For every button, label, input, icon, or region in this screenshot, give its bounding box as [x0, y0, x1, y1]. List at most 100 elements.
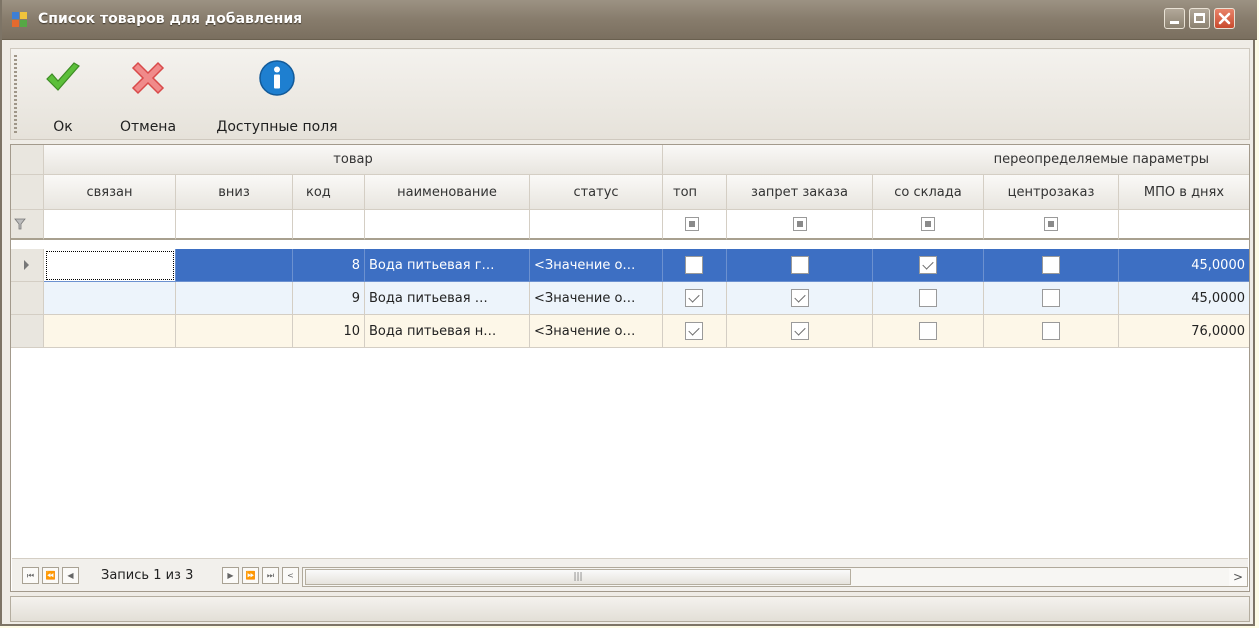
cell-code[interactable]: 9 — [293, 282, 365, 315]
row-indicator[interactable] — [11, 249, 44, 282]
checkbox-top[interactable] — [685, 322, 703, 340]
column-header-from-stock[interactable]: со склада — [873, 175, 984, 210]
cell-status[interactable]: <Значение о… — [530, 249, 663, 282]
column-header-mpo-days[interactable]: МПО в днях — [1119, 175, 1249, 210]
cell-from-stock[interactable] — [873, 249, 984, 282]
ok-label: Ок — [53, 119, 73, 135]
dialog-window: Список товаров для добавления Ок Отмена — [0, 0, 1257, 626]
filter-cell-name[interactable] — [365, 210, 530, 240]
row-indicator[interactable] — [11, 282, 44, 315]
available-fields-button[interactable]: Доступные поля — [197, 53, 357, 137]
cell-name[interactable]: Вода питьевая г… — [365, 249, 530, 282]
checkbox-order-ban[interactable] — [790, 322, 809, 340]
checkbox-order-ban[interactable] — [790, 289, 809, 307]
cell-mpo-days[interactable]: 45,0000 — [1119, 282, 1249, 315]
fast-forward-icon: ⏩ — [245, 571, 256, 580]
horizontal-scrollbar[interactable]: ||| > — [302, 567, 1248, 587]
cell-mpo-days[interactable]: 45,0000 — [1119, 249, 1249, 282]
maximize-button[interactable] — [1189, 8, 1210, 29]
column-header-name[interactable]: наименование — [365, 175, 530, 210]
last-record-button[interactable]: ⏭ — [262, 567, 279, 584]
next-page-button[interactable]: ⏩ — [242, 567, 259, 584]
checkbox-central-order[interactable] — [1042, 322, 1060, 340]
cell-top[interactable] — [663, 282, 727, 315]
cell-down[interactable] — [176, 249, 293, 282]
cell-from-stock[interactable] — [873, 315, 984, 348]
checkbox-top[interactable] — [685, 256, 703, 274]
record-navigator: ⏮ ⏪ ◀ Запись 1 из 3 ▶ ⏩ ⏭ < ||| > — [12, 558, 1248, 591]
checkbox-from-stock[interactable] — [919, 289, 937, 307]
cell-down[interactable] — [176, 282, 293, 315]
ok-button[interactable]: Ок — [41, 53, 85, 137]
column-header-status[interactable]: статус — [530, 175, 663, 210]
cell-linked[interactable] — [44, 249, 176, 282]
filter-cell-linked[interactable] — [44, 210, 176, 240]
first-record-button[interactable]: ⏮ — [22, 567, 39, 584]
close-button[interactable] — [1214, 8, 1235, 29]
previous-record-button[interactable]: ◀ — [62, 567, 79, 584]
cell-central-order[interactable] — [984, 315, 1119, 348]
app-icon — [12, 12, 28, 28]
status-bar — [10, 596, 1250, 622]
red-x-icon — [131, 61, 165, 95]
products-grid: товар переопределяемые параметры связан … — [10, 144, 1250, 592]
column-header-central-order[interactable]: центрозаказ — [984, 175, 1119, 210]
filter-checkbox-from-stock[interactable] — [921, 217, 935, 231]
cell-name[interactable]: Вода питьевая н… — [365, 315, 530, 348]
cell-mpo-days[interactable]: 76,0000 — [1119, 315, 1249, 348]
cell-order-ban[interactable] — [727, 315, 873, 348]
next-record-button[interactable]: ▶ — [222, 567, 239, 584]
filter-cell-order-ban[interactable] — [727, 210, 873, 240]
cell-name[interactable]: Вода питьевая … — [365, 282, 530, 315]
checkbox-top[interactable] — [685, 289, 703, 307]
filter-checkbox-top[interactable] — [685, 217, 699, 231]
cell-from-stock[interactable] — [873, 282, 984, 315]
column-header-order-ban[interactable]: запрет заказа — [727, 175, 873, 210]
cell-status[interactable]: <Значение о… — [530, 282, 663, 315]
filter-cell-top[interactable] — [663, 210, 727, 240]
cell-top[interactable] — [663, 249, 727, 282]
checkbox-central-order[interactable] — [1042, 289, 1060, 307]
row-indicator[interactable] — [11, 315, 44, 348]
scrollbar-thumb[interactable]: ||| — [305, 569, 851, 585]
checkbox-central-order[interactable] — [1042, 256, 1060, 274]
filter-cell-mpo-days[interactable] — [1119, 210, 1249, 240]
minimize-button[interactable] — [1164, 8, 1185, 29]
filter-checkbox-central-order[interactable] — [1044, 217, 1058, 231]
toolbar-grip[interactable] — [14, 55, 17, 133]
scroll-right-button[interactable]: > — [1229, 568, 1247, 586]
checkbox-from-stock[interactable] — [919, 256, 937, 274]
scroll-left-button[interactable]: < — [282, 567, 299, 584]
cell-down[interactable] — [176, 315, 293, 348]
cell-central-order[interactable] — [984, 282, 1119, 315]
title-bar[interactable]: Список товаров для добавления — [2, 0, 1257, 40]
cell-status[interactable]: <Значение о… — [530, 315, 663, 348]
column-header-code[interactable]: код — [293, 175, 365, 210]
column-header-top[interactable]: топ — [663, 175, 727, 210]
column-header-down[interactable]: вниз — [176, 175, 293, 210]
rewind-icon: ⏪ — [45, 571, 56, 580]
cell-top[interactable] — [663, 315, 727, 348]
cell-code[interactable]: 8 — [293, 249, 365, 282]
cell-code[interactable]: 10 — [293, 315, 365, 348]
checkbox-from-stock[interactable] — [919, 322, 937, 340]
cell-order-ban[interactable] — [727, 249, 873, 282]
toolbar: Ок Отмена Доступные поля — [10, 48, 1250, 140]
filter-cell-status[interactable] — [530, 210, 663, 240]
cell-order-ban[interactable] — [727, 282, 873, 315]
filter-cell-from-stock[interactable] — [873, 210, 984, 240]
filter-cell-central-order[interactable] — [984, 210, 1119, 240]
cell-central-order[interactable] — [984, 249, 1119, 282]
filter-cell-down[interactable] — [176, 210, 293, 240]
filter-checkbox-order-ban[interactable] — [792, 217, 807, 231]
band-override[interactable]: переопределяемые параметры — [663, 145, 1249, 175]
cancel-button[interactable]: Отмена — [112, 53, 184, 137]
filter-cell-code[interactable] — [293, 210, 365, 240]
current-row-arrow-icon — [24, 260, 29, 270]
cell-linked[interactable] — [44, 282, 176, 315]
previous-page-button[interactable]: ⏪ — [42, 567, 59, 584]
checkbox-order-ban[interactable] — [790, 256, 809, 274]
column-header-linked[interactable]: связан — [44, 175, 176, 210]
cell-linked[interactable] — [44, 315, 176, 348]
band-product[interactable]: товар — [44, 145, 663, 175]
